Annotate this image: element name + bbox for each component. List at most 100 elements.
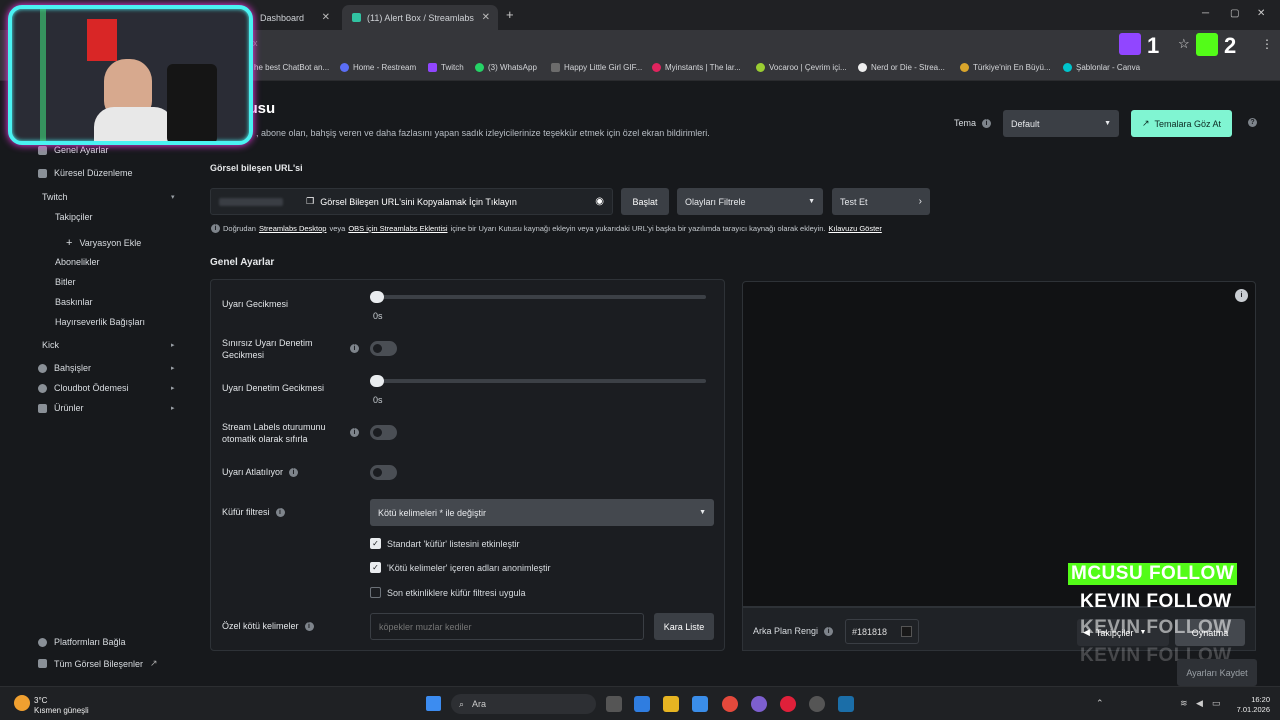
slider-knob[interactable] — [370, 375, 384, 387]
recent-events-filter-checkbox[interactable]: Son etkinliklere küfür filtresi uygula — [370, 587, 526, 598]
info-icon: i — [211, 224, 220, 233]
wifi-icon[interactable]: ≋ — [1180, 698, 1188, 709]
bookmark-item[interactable]: (3) WhatsApp — [475, 63, 537, 72]
theme-select[interactable]: Default ▼ — [1003, 110, 1119, 137]
link-icon — [38, 637, 47, 647]
bookmark-item[interactable]: Happy Little Girl GIF... — [551, 63, 642, 72]
browse-themes-button[interactable]: ↗ Temalara Göz At — [1131, 110, 1232, 137]
bg-color-input[interactable]: #181818 — [845, 619, 919, 644]
bookmark-item[interactable]: Myinstants | The lar... — [652, 63, 741, 72]
sidebar-item-twitch[interactable]: Twitch — [42, 192, 68, 202]
steam-icon[interactable] — [838, 696, 854, 712]
copilot-icon[interactable] — [634, 696, 650, 712]
alert-delay-slider[interactable] — [370, 291, 706, 303]
sidebar-item-general-settings[interactable]: Genel Ayarlar — [38, 145, 108, 155]
task-view-icon[interactable] — [606, 696, 622, 712]
sidebar-item-products[interactable]: Ürünler — [38, 403, 84, 413]
new-tab-icon[interactable]: + — [506, 7, 514, 22]
connect-platforms-link[interactable]: Platformları Bağla — [38, 637, 126, 647]
stream-labels-reset-toggle[interactable] — [370, 425, 397, 440]
bookmark-item[interactable]: Twitch — [428, 63, 464, 72]
all-widgets-link[interactable]: Tüm Görsel Bileşenler ↗ — [38, 658, 158, 669]
sidebar-item-followers[interactable]: Takipçiler — [55, 212, 93, 222]
clock[interactable]: 16:20 7.01.2026 — [1228, 695, 1270, 715]
minimize-icon[interactable]: ─ — [1202, 8, 1209, 19]
alert-delay-label: Uyarı Gecikmesi — [222, 299, 289, 309]
sidebar-item-kick[interactable]: Kick — [42, 340, 59, 350]
test-select[interactable]: Test Et › — [832, 188, 930, 215]
info-icon: i — [350, 344, 359, 353]
battery-icon[interactable]: ▭ — [1212, 698, 1221, 709]
vocaroo-icon — [756, 63, 765, 72]
maximize-icon[interactable]: ▢ — [1230, 8, 1239, 19]
blurred-url-start — [219, 197, 283, 206]
window-close-icon[interactable]: ✕ — [1257, 8, 1265, 19]
blacklist-button[interactable]: Kara Liste — [654, 613, 714, 640]
sidebar-item-cloudbot[interactable]: Cloudbot Ödemesi — [38, 383, 129, 393]
sidebar-item-bits[interactable]: Bitler — [55, 277, 76, 287]
slider-knob[interactable] — [370, 291, 384, 303]
info-icon[interactable]: i — [1235, 289, 1248, 302]
bookmark-item[interactable]: Vocaroo | Çevrim içi... — [756, 63, 847, 72]
profanity-filter-select[interactable]: Kötü kelimeleri * ile değiştir ▼ — [370, 499, 714, 526]
weather-widget[interactable]: 3°C Kısmen güneşli — [34, 696, 89, 716]
alert-skipping-label: Uyarı Atlatılıyor i — [222, 466, 299, 478]
eye-icon[interactable]: ◉ — [595, 196, 604, 207]
info-icon: i — [824, 626, 834, 636]
sidebar-item-charity[interactable]: Hayırseverlik Bağışları — [55, 317, 145, 327]
tray-chevron-icon[interactable]: ⌃ — [1096, 698, 1104, 709]
filter-events-select[interactable]: Olayları Filtrele ▼ — [677, 188, 823, 215]
obs-plugin-link[interactable]: OBS için Streamlabs Eklentisi — [348, 224, 447, 233]
start-button[interactable]: Başlat — [621, 188, 669, 215]
grid-icon — [38, 659, 47, 668]
whatsapp-icon — [475, 63, 484, 72]
canva-icon — [1063, 63, 1072, 72]
alert-delay-value: 0s — [373, 311, 383, 321]
bookmark-star-icon[interactable]: ☆ — [1178, 36, 1190, 52]
bookmark-item[interactable]: Home - Restream — [340, 63, 416, 72]
sidebar-item-raids[interactable]: Baskınlar — [55, 297, 93, 307]
color-swatch[interactable] — [901, 626, 912, 637]
bookmark-item[interactable]: Nerd or Die - Strea... — [858, 63, 945, 72]
close-icon[interactable]: ✕ — [322, 12, 330, 23]
chevron-down-icon: ▼ — [808, 198, 815, 205]
windows-start-icon[interactable] — [426, 696, 441, 711]
streamlabs-desktop-link[interactable]: Streamlabs Desktop — [259, 224, 327, 233]
follow-alert: KEVIN FOLLOW — [1080, 617, 1232, 638]
help-icon[interactable]: ? — [1248, 118, 1257, 127]
save-settings-button[interactable]: Ayarları Kaydet — [1177, 659, 1257, 686]
unlimited-moderation-toggle[interactable] — [370, 341, 397, 356]
alert-skipping-toggle[interactable] — [370, 465, 397, 480]
tab-dashboard[interactable]: Dashboard ✕ — [250, 5, 338, 30]
bookmark-item[interactable]: he best ChatBot an... — [254, 63, 329, 72]
sidebar-item-tips[interactable]: Bahşişler — [38, 363, 91, 373]
anonymize-names-checkbox[interactable]: ✓ 'Kötü kelimeler' içeren adları anonimle… — [370, 562, 551, 573]
close-icon[interactable]: ✕ — [482, 12, 490, 23]
address-hidden-icon: x — [253, 38, 258, 48]
volume-icon[interactable]: ◀ — [1196, 698, 1203, 709]
sidebar-item-subscriptions[interactable]: Abonelikler — [55, 257, 100, 267]
bookmark-item[interactable]: Türkiye'nin En Büyü... — [960, 63, 1051, 72]
site-icon — [960, 63, 969, 72]
bookmark-item[interactable]: Şablonlar - Canva — [1063, 63, 1140, 72]
chrome-icon[interactable] — [722, 696, 738, 712]
opera-icon[interactable] — [780, 696, 796, 712]
info-icon: i — [350, 428, 359, 437]
store-icon[interactable] — [692, 696, 708, 712]
tab-alert-box[interactable]: (11) Alert Box / Streamlabs ✕ — [342, 5, 498, 30]
custom-bad-words-input[interactable] — [370, 613, 644, 640]
app-icon[interactable] — [751, 696, 767, 712]
kick-icon — [1196, 33, 1218, 56]
obs-icon[interactable] — [809, 696, 825, 712]
file-explorer-icon[interactable] — [663, 696, 679, 712]
menu-dots-icon[interactable]: ⋮ — [1261, 37, 1273, 51]
taskbar-search[interactable]: ⌕ Ara — [451, 694, 596, 714]
gaming-chair — [167, 64, 217, 141]
widget-url-field[interactable]: ❐ Görsel Bileşen URL'sini Kopyalamak İçin… — [210, 188, 793, 215]
sidebar-item-global-edit[interactable]: Küresel Düzenleme — [38, 168, 133, 178]
add-variation-button[interactable]: + Varyasyon Ekle — [66, 237, 141, 249]
moderation-delay-slider[interactable] — [370, 375, 706, 387]
standard-profanity-checkbox[interactable]: ✓ Standart 'küfür' listesini etkinleştir — [370, 538, 520, 549]
guide-link[interactable]: Kılavuzu Göster — [828, 224, 881, 233]
chevron-right-icon: › — [918, 196, 922, 207]
